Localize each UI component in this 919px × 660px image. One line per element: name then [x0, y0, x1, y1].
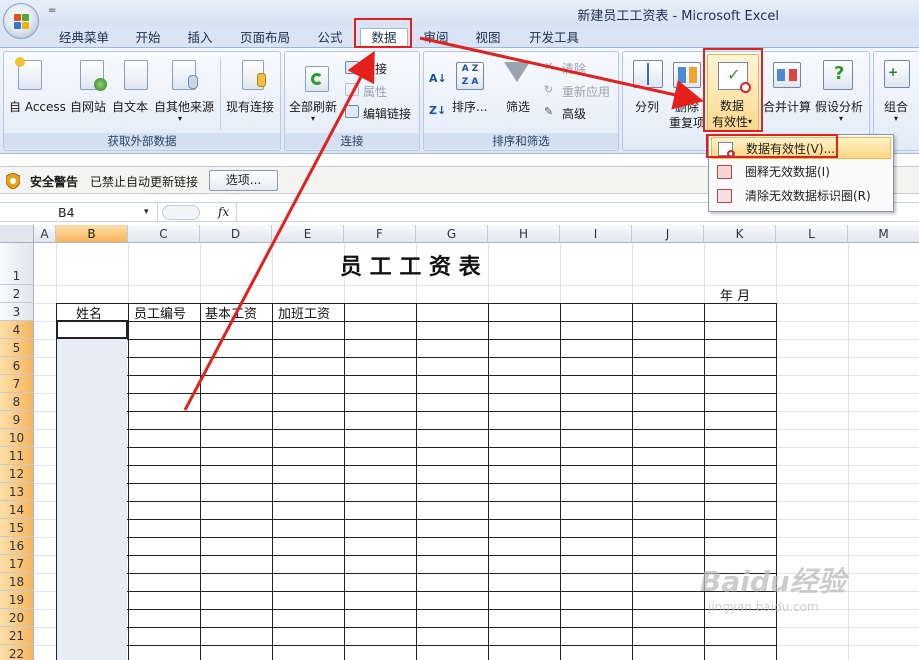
annotation-arrows: [183, 36, 704, 411]
arrow-to-data-tab: [183, 50, 375, 411]
arrow-to-validation-button: [419, 36, 704, 110]
